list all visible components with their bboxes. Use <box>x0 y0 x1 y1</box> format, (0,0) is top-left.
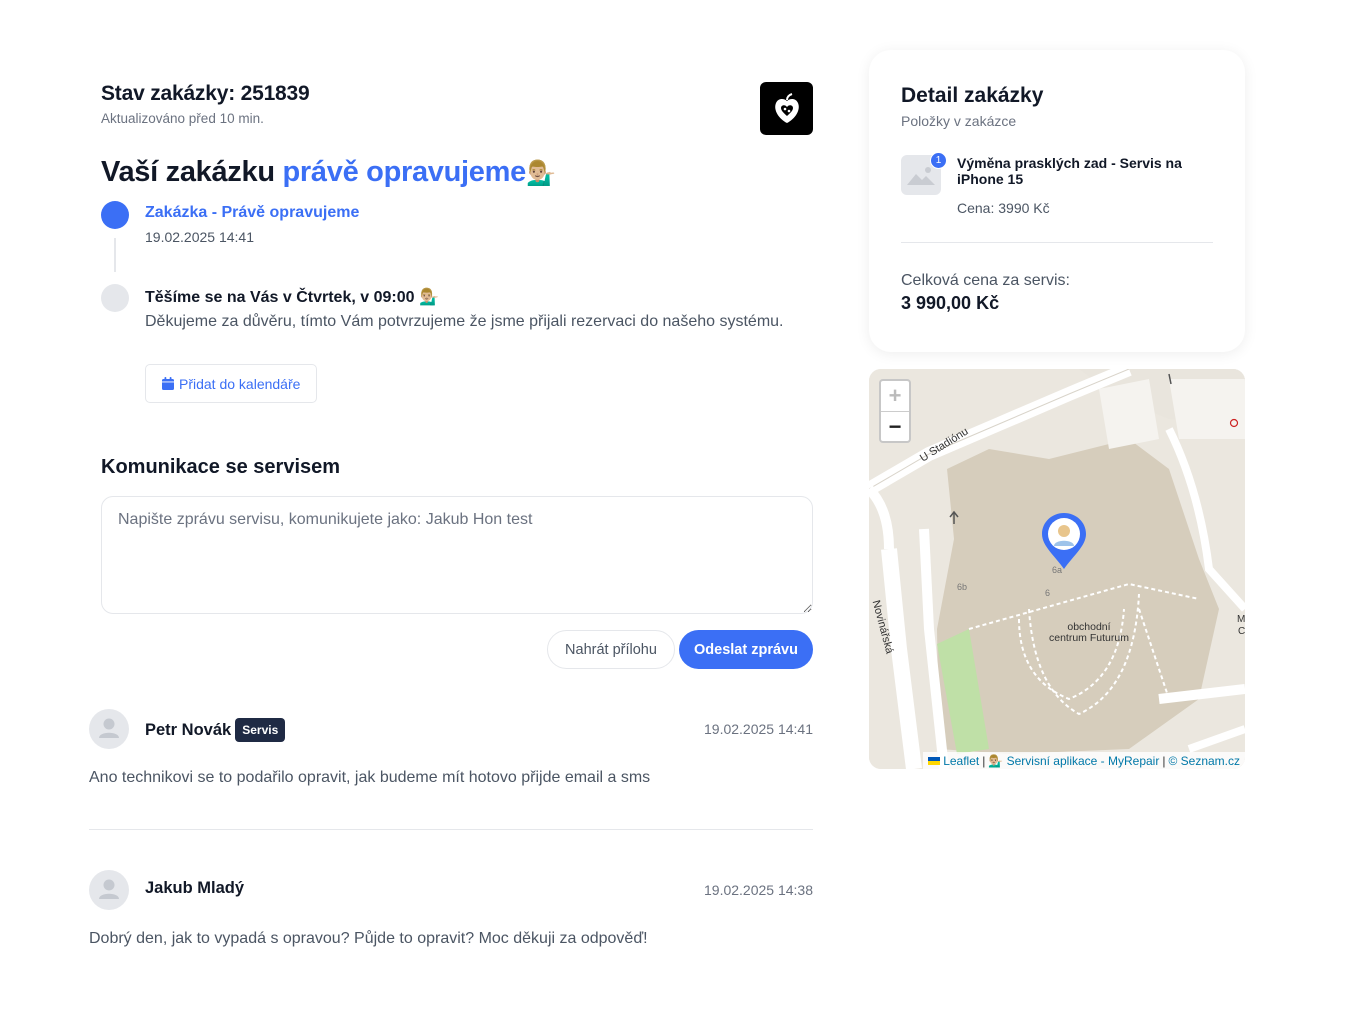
author-name: Petr Novák <box>145 720 232 739</box>
house-number-label: 6b <box>957 582 968 592</box>
app-link[interactable]: 💁🏼‍♂️ Servisní aplikace - MyRepair <box>988 754 1159 768</box>
provider-link[interactable]: © Seznam.cz <box>1168 754 1240 768</box>
poi-label: obchodní centrum Futurum <box>1049 622 1129 644</box>
add-to-calendar-label: Přidat do kalendáře <box>179 375 301 392</box>
status-headline: Vaší zakázku právě opravujeme💁🏼‍♂️ <box>101 156 556 189</box>
leaflet-link[interactable]: Leaflet <box>943 754 979 768</box>
message-author: Jakub Mladý <box>145 879 244 898</box>
location-map[interactable]: U Stadiónu Novinářská obchodní centrum F… <box>869 369 1245 769</box>
order-updated-text: Aktualizováno před 10 min. <box>101 111 264 126</box>
avatar <box>89 709 129 749</box>
timeline-step-text: Děkujeme za důvěru, tímto Vám potvrzujem… <box>145 313 784 330</box>
map-pin-icon[interactable] <box>1041 512 1087 570</box>
headline-prefix: Vaší zakázku <box>101 156 275 188</box>
poi-label-line2: centrum Futurum <box>1049 632 1129 644</box>
message-divider <box>89 829 813 830</box>
divider <box>901 242 1213 243</box>
zoom-in-button[interactable]: + <box>881 381 909 411</box>
attribution-separator: | <box>982 753 986 768</box>
timeline-dot <box>101 284 129 312</box>
apple-heart-logo-icon <box>774 92 799 123</box>
item-count-badge: 1 <box>930 152 947 169</box>
order-status-section: Stav zakázky: 251839 Aktualizováno před … <box>89 0 813 1034</box>
message-text: Dobrý den, jak to vypadá s opravou? Půjd… <box>89 930 648 947</box>
ukraine-flag-icon <box>928 756 941 765</box>
timeline-connector <box>114 238 116 272</box>
role-badge: Servis <box>235 718 286 742</box>
timeline-step-time: 19.02.2025 14:41 <box>145 229 254 245</box>
timeline-dot-active <box>101 201 129 229</box>
detail-title: Detail zakázky <box>901 84 1044 107</box>
send-message-button[interactable]: Odeslat zprávu <box>679 630 813 669</box>
zoom-control: + − <box>879 379 911 443</box>
message-text: Ano technikovi se to podařilo opravit, j… <box>89 769 651 786</box>
edge-label: C <box>1238 626 1245 637</box>
detail-subtitle: Položky v zakázce <box>901 113 1017 129</box>
order-header: Stav zakázky: 251839 Aktualizováno před … <box>101 82 310 126</box>
attribution-separator: | <box>1162 753 1166 768</box>
message-date: 19.02.2025 14:41 <box>704 721 813 737</box>
total-value: 3 990,00 Kč <box>901 293 1000 313</box>
message-author: Petr Novák Servis <box>145 718 286 742</box>
house-number-label: 6 <box>1045 588 1051 598</box>
user-avatar-icon <box>99 879 119 899</box>
zoom-out-button[interactable]: − <box>881 411 909 441</box>
map-attribution: Leaflet | 💁🏼‍♂️ Servisní aplikace - MyRe… <box>923 752 1245 769</box>
timeline-step-title: Těšíme se na Vás v Čtvrtek, v 09:00 💁🏼‍♂… <box>145 289 439 306</box>
user-avatar-icon <box>99 718 119 738</box>
order-detail-card: Detail zakázky Položky v zakázce 1 Výměn… <box>869 50 1245 352</box>
message-input[interactable] <box>101 496 813 614</box>
avatar <box>89 870 129 910</box>
author-name: Jakub Mladý <box>145 879 245 897</box>
calendar-icon <box>162 377 174 390</box>
edge-label: M <box>1237 614 1245 625</box>
upload-attachment-button[interactable]: Nahrát přílohu <box>547 630 675 669</box>
total-label: Celková cena za servis: <box>901 272 1070 289</box>
item-name: Výměna prasklých zad - Servis na iPhone … <box>957 155 1182 187</box>
brand-logo <box>760 82 813 135</box>
headline-emoji: 💁🏼‍♂️ <box>525 160 556 187</box>
order-title: Stav zakázky: 251839 <box>101 82 310 105</box>
timeline-step-title: Zakázka - Právě opravujeme <box>145 204 360 221</box>
message-date: 19.02.2025 14:38 <box>704 882 813 898</box>
item-price: Cena: 3990 Kč <box>957 200 1050 216</box>
headline-accent: právě opravujeme <box>282 156 527 188</box>
communication-title: Komunikace se servisem <box>101 456 341 478</box>
add-to-calendar-button[interactable]: Přidat do kalendáře <box>145 364 318 403</box>
